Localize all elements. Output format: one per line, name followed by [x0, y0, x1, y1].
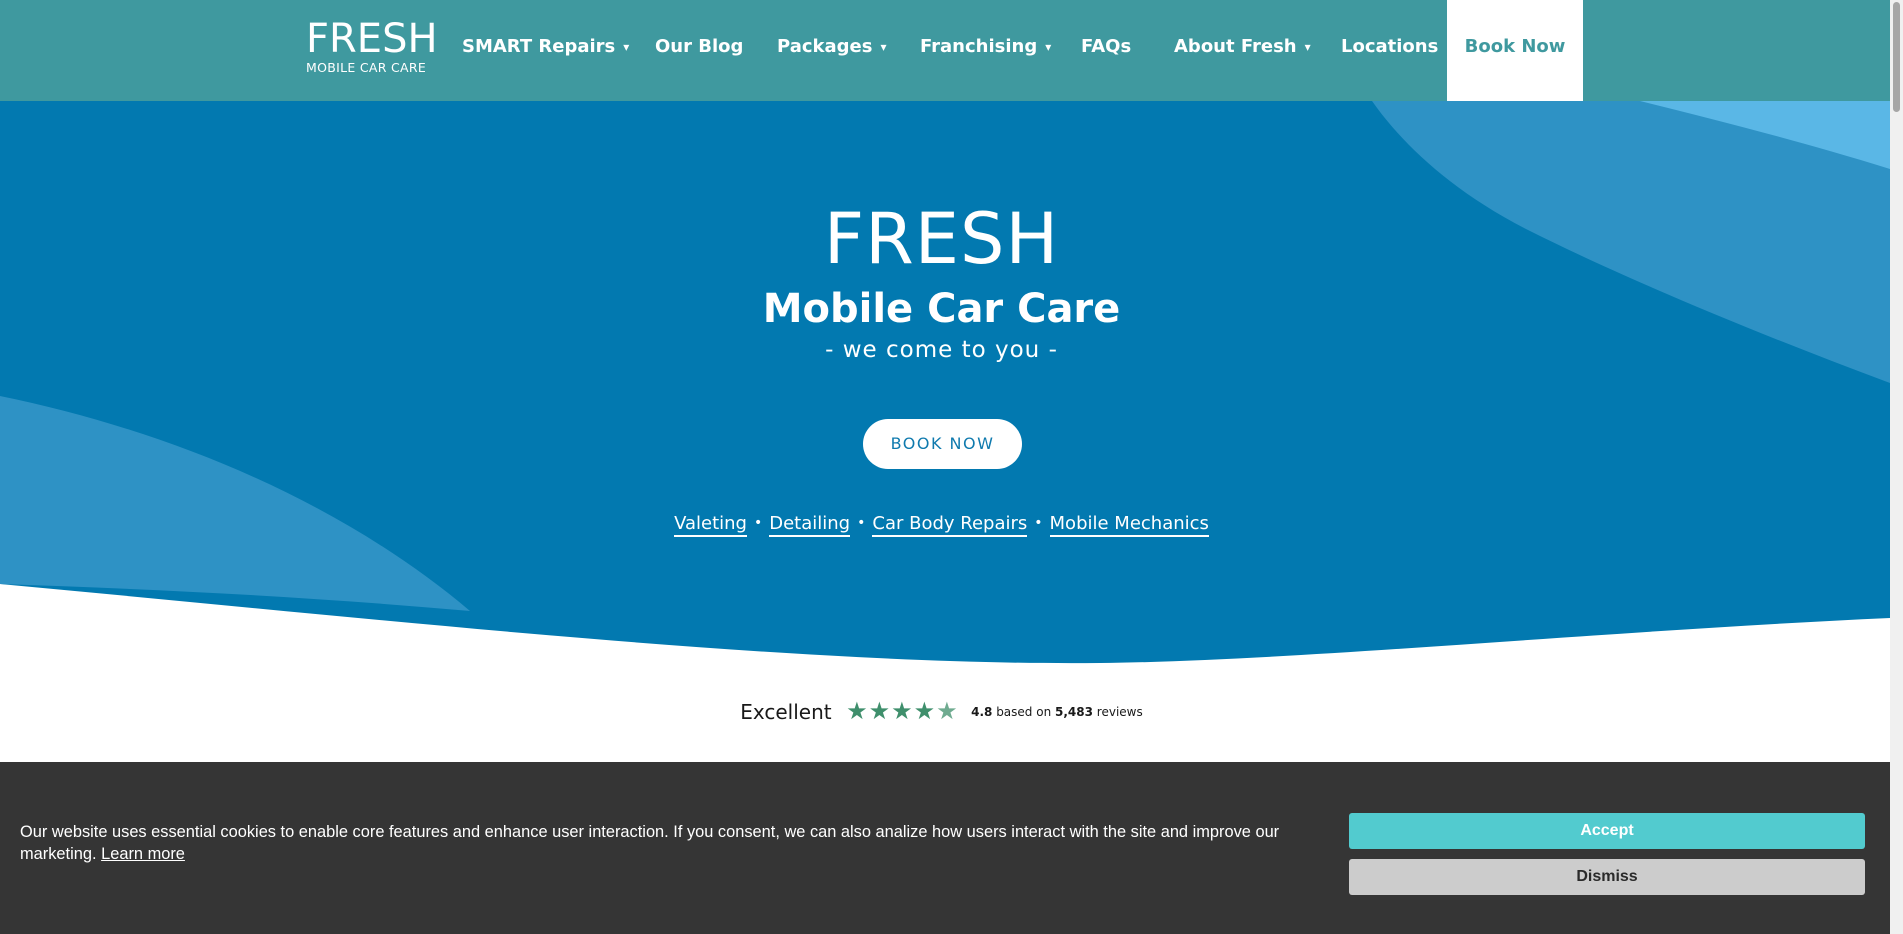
hero-book-now-button[interactable]: BOOK NOW	[863, 419, 1022, 469]
bullet-separator: •	[753, 515, 763, 531]
bullet-separator: •	[857, 515, 866, 531]
chevron-down-icon: ▾	[880, 40, 887, 54]
star-icon: ★	[891, 698, 913, 725]
nav-label: Our Blog	[655, 36, 744, 57]
nav-label: Packages	[777, 36, 873, 57]
nav-item-smart-repairs[interactable]: SMART Repairs ▾	[462, 0, 629, 101]
nav-book-now-button[interactable]: Book Now	[1447, 0, 1583, 101]
service-links: Valeting • Detailing • Car Body Repairs • Mobi…	[0, 511, 1883, 538]
page-scrollbar[interactable]	[1890, 0, 1903, 934]
hero-title: FRESH	[823, 198, 1060, 280]
review-widget[interactable]: Excellent ★★★★★ 4.8 based on 5,483 revie…	[0, 700, 1883, 730]
nav-item-our-blog[interactable]: Our Blog	[655, 0, 743, 101]
cookie-dismiss-button[interactable]: Dismiss	[1349, 859, 1865, 895]
cookie-learn-more-link[interactable]: Learn more	[101, 845, 185, 863]
nav-label: Locations	[1341, 36, 1439, 57]
hero-section: FRESH Mobile Car Care - we come to you -…	[0, 101, 1890, 676]
nav-item-faqs[interactable]: FAQs	[1081, 0, 1131, 101]
nav-item-franchising[interactable]: Franchising ▾	[920, 0, 1051, 101]
cookie-message-text: Our website uses essential cookies to en…	[20, 823, 1280, 863]
cookie-message: Our website uses essential cookies to en…	[20, 821, 1300, 865]
service-link-detailing[interactable]: Detailing	[769, 513, 851, 537]
review-based-on: based on	[996, 705, 1052, 719]
nav-item-packages[interactable]: Packages ▾	[777, 0, 886, 101]
review-count: 5,483	[1055, 705, 1093, 719]
chevron-down-icon: ▾	[1304, 40, 1311, 54]
service-link-car-body-repairs[interactable]: Car Body Repairs	[872, 513, 1028, 537]
main-nav: SMART Repairs ▾ Our Blog Packages ▾ Franch…	[0, 0, 1890, 101]
site-header: FRESH MOBILE CAR CARE SMART Repairs ▾ Our…	[0, 0, 1890, 101]
star-icon: ★	[936, 698, 958, 725]
nav-item-about-fresh[interactable]: About Fresh ▾	[1174, 0, 1311, 101]
service-link-mobile-mechanics[interactable]: Mobile Mechanics	[1049, 513, 1209, 537]
review-summary: 4.8 based on 5,483 reviews	[971, 705, 1143, 719]
bullet-separator: •	[1034, 515, 1043, 531]
hero-tagline: - we come to you -	[825, 337, 1058, 363]
nav-item-locations[interactable]: Locations	[1341, 0, 1438, 101]
service-link-valeting[interactable]: Valeting	[674, 513, 747, 537]
review-stars: ★★★★★	[846, 700, 959, 724]
hero-subtitle: Mobile Car Care	[762, 286, 1121, 332]
star-icon: ★	[868, 698, 891, 725]
hero-background-waves	[0, 101, 1890, 664]
review-score: 4.8	[971, 705, 993, 719]
star-icon: ★	[913, 698, 936, 725]
chevron-down-icon: ▾	[623, 40, 630, 54]
cookie-accept-button[interactable]: Accept	[1349, 813, 1865, 849]
review-word: reviews	[1096, 705, 1143, 719]
star-icon: ★	[846, 698, 868, 725]
nav-label: SMART Repairs	[462, 36, 616, 57]
nav-label: FAQs	[1081, 36, 1132, 57]
review-rating-word: Excellent	[740, 700, 832, 724]
cookie-banner: Our website uses essential cookies to en…	[0, 762, 1890, 934]
nav-label: About Fresh	[1174, 36, 1297, 57]
scrollbar-thumb[interactable]	[1893, 2, 1900, 112]
chevron-down-icon: ▾	[1045, 40, 1052, 54]
nav-label: Franchising	[920, 36, 1038, 57]
